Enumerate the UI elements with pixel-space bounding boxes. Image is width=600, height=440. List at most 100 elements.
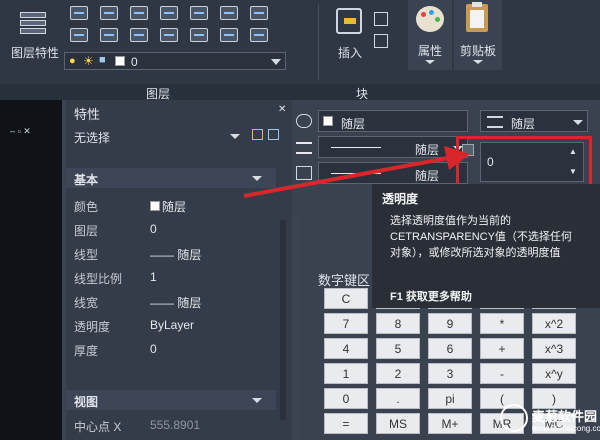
panel-title: 特性: [74, 107, 101, 122]
layer-tool-icon[interactable]: [130, 28, 148, 42]
layer-tool-icon[interactable]: [70, 28, 88, 42]
property-row[interactable]: 线型 —— 随层: [66, 242, 276, 266]
property-label: 线型: [74, 248, 99, 262]
layer-tool-icon[interactable]: [250, 28, 268, 42]
calc-key[interactable]: .: [376, 388, 420, 409]
property-row[interactable]: 图层 0: [66, 218, 276, 242]
color-icon[interactable]: [296, 114, 312, 128]
calc-key[interactable]: 6: [428, 338, 472, 359]
properties-label: 属性: [417, 44, 442, 58]
property-value: 555.8901: [150, 418, 201, 432]
property-value: ByLayer: [150, 318, 195, 332]
property-row[interactable]: 线型比例 1: [66, 266, 276, 290]
layer-tool-icon[interactable]: [70, 6, 88, 20]
calc-key[interactable]: pi: [428, 388, 472, 409]
layer-dropdown[interactable]: 随层: [480, 110, 588, 132]
color-swatch: [323, 116, 333, 126]
calc-key[interactable]: 5: [376, 338, 420, 359]
section-basic-header[interactable]: 基本: [66, 168, 276, 188]
chevron-down-icon: [271, 59, 281, 65]
properties-button[interactable]: 属性: [408, 0, 452, 70]
calc-key[interactable]: 0: [324, 388, 368, 409]
clipboard-label: 剪贴板: [459, 44, 496, 58]
calc-key[interactable]: MS: [376, 413, 420, 434]
ribbon-separator: [318, 4, 319, 80]
property-row[interactable]: 透明度 ByLayer: [66, 314, 276, 338]
color-swatch: [115, 56, 125, 66]
insert-button[interactable]: 插入: [330, 6, 370, 62]
property-row[interactable]: 线宽 —— 随层: [66, 290, 276, 314]
selection-dropdown[interactable]: 无选择: [70, 126, 246, 146]
color-dropdown[interactable]: 随层: [318, 110, 468, 132]
window-controls[interactable]: – ▫ ✕: [10, 126, 31, 137]
property-label: 线型比例: [74, 272, 123, 286]
property-value: 1: [150, 270, 157, 284]
layer-tool-icon[interactable]: [100, 6, 118, 20]
layer-stack-icon: [487, 116, 503, 128]
chevron-down-icon: [573, 120, 583, 125]
layer-tool-icon[interactable]: [100, 28, 118, 42]
insert-block-icon: [336, 8, 362, 34]
quick-select-icon[interactable]: [252, 129, 263, 140]
layer-tool-icon[interactable]: [190, 6, 208, 20]
close-icon[interactable]: ✕: [278, 104, 286, 115]
property-row[interactable]: 厚度 0: [66, 338, 276, 362]
color-swatch: [150, 201, 160, 211]
selection-value: 无选择: [74, 131, 111, 145]
watermark-url: www.52maicong.com: [532, 424, 600, 433]
calc-key[interactable]: 1: [324, 363, 368, 384]
property-row[interactable]: 颜色 随层: [66, 194, 276, 218]
ribbon: 图层特性 ● ☀ ■ 0 插入 属性 剪贴板: [0, 0, 600, 84]
layer-tool-icon[interactable]: [130, 6, 148, 20]
spin-up-icon[interactable]: ▲: [569, 147, 577, 156]
color-value: 随层: [341, 117, 366, 131]
layer-tool-icon[interactable]: [220, 28, 238, 42]
section-view-header[interactable]: 视图: [66, 390, 276, 410]
calc-key[interactable]: 2: [376, 363, 420, 384]
spin-down-icon[interactable]: ▼: [569, 167, 577, 176]
layer-stack-icon: [18, 8, 48, 38]
calc-key[interactable]: x^y: [532, 363, 576, 384]
transparency-tooltip: 透明度 选择透明度值作为当前的 CETRANSPARENCY值（不选择任何 对象…: [372, 184, 600, 308]
calc-key[interactable]: C: [324, 288, 368, 309]
calc-key[interactable]: M+: [428, 413, 472, 434]
calc-key[interactable]: 3: [428, 363, 472, 384]
layer-properties-button[interactable]: 图层特性: [6, 6, 64, 62]
calc-key[interactable]: *: [480, 313, 524, 334]
sun-icon: ☀: [83, 54, 94, 68]
calc-key[interactable]: +: [480, 338, 524, 359]
linetype-icon[interactable]: [296, 142, 312, 154]
calc-key[interactable]: 9: [428, 313, 472, 334]
linetype-dropdown[interactable]: 随层: [318, 136, 468, 158]
panel-scrollbar[interactable]: [280, 220, 286, 420]
select-objects-icon[interactable]: [268, 129, 279, 140]
lightbulb-icon: ●: [69, 55, 76, 67]
transparency-icon[interactable]: [462, 144, 474, 156]
layer-combo[interactable]: ● ☀ ■ 0: [64, 52, 286, 70]
property-row[interactable]: 中心点 X 555.8901: [66, 414, 276, 436]
calc-key[interactable]: 7: [324, 313, 368, 334]
lineweight-dropdown[interactable]: 随层: [318, 162, 468, 184]
calc-key[interactable]: 8: [376, 313, 420, 334]
layer-tool-icon[interactable]: [190, 28, 208, 42]
layer-tool-icon[interactable]: [160, 28, 178, 42]
ribbon-group-bar: 图层 块: [0, 84, 600, 101]
layer-tool-icon[interactable]: [220, 6, 238, 20]
calc-key[interactable]: 4: [324, 338, 368, 359]
calc-key[interactable]: -: [480, 363, 524, 384]
block-tools-icon[interactable]: [374, 34, 388, 48]
transparency-value: 0: [487, 155, 494, 169]
lineweight-icon[interactable]: [296, 166, 312, 180]
calc-key[interactable]: x^2: [532, 313, 576, 334]
tooltip-body-line: 选择透明度值作为当前的: [390, 215, 511, 227]
layer-tool-icon[interactable]: [250, 6, 268, 20]
calc-key[interactable]: x^3: [532, 338, 576, 359]
calc-key[interactable]: =: [324, 413, 368, 434]
drawing-area-strip: – ▫ ✕: [0, 100, 62, 440]
layer-tool-icon[interactable]: [160, 6, 178, 20]
clipboard-button[interactable]: 剪贴板: [454, 0, 502, 70]
transparency-spinner[interactable]: 0 ▲ ▼: [480, 142, 584, 182]
chevron-down-icon: [252, 176, 262, 181]
property-label: 厚度: [74, 344, 99, 358]
block-tools-icon[interactable]: [374, 12, 388, 26]
